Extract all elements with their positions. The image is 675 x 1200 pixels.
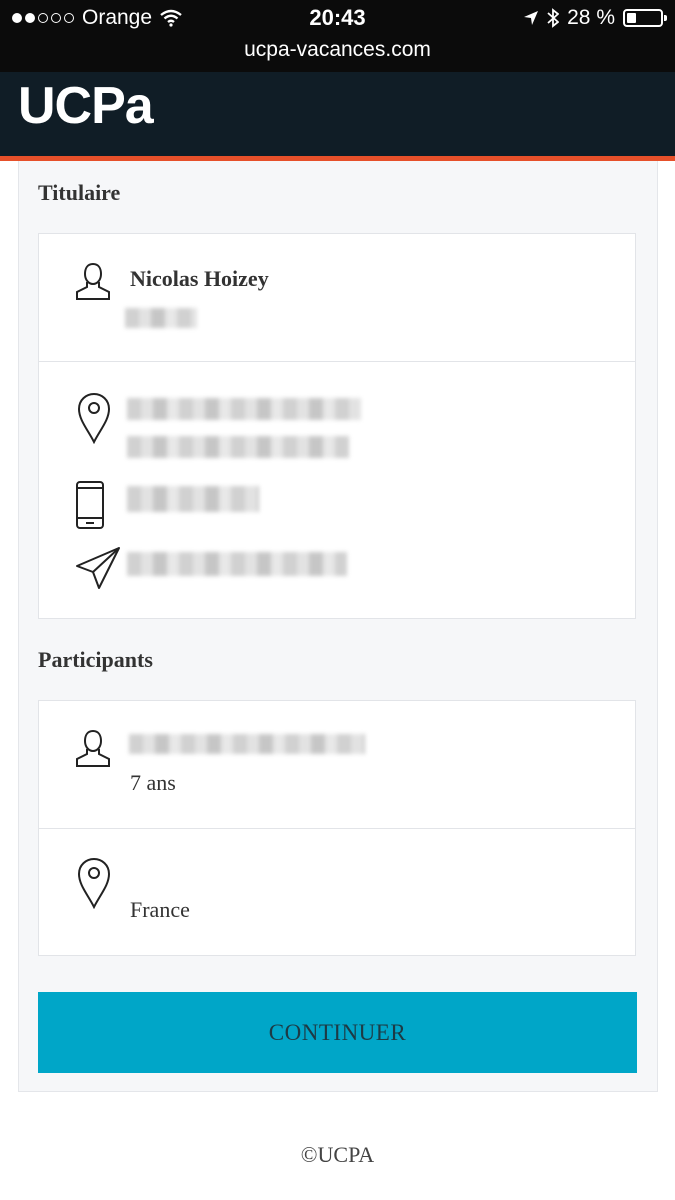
status-bar: Orange 20:43 28 % bbox=[0, 0, 675, 36]
send-icon bbox=[76, 547, 120, 589]
titulaire-title: Titulaire bbox=[38, 180, 121, 205]
redacted-phone bbox=[127, 486, 259, 512]
participant-row: 7 ans bbox=[39, 701, 635, 829]
redacted-email bbox=[127, 552, 347, 576]
participant-age: 7 ans bbox=[130, 770, 176, 795]
site-header: UCPa bbox=[0, 72, 675, 161]
holder-row: Nicolas Hoizey bbox=[39, 234, 635, 362]
location-pin-icon bbox=[77, 857, 111, 909]
ucpa-logo[interactable]: UCPa bbox=[18, 76, 154, 136]
person-icon bbox=[76, 729, 110, 767]
redacted-participant-name bbox=[129, 734, 365, 754]
participant-location-row: France bbox=[39, 829, 635, 957]
bluetooth-icon bbox=[547, 8, 560, 28]
address-bar[interactable]: ucpa-vacances.com bbox=[0, 36, 675, 72]
holder-name: Nicolas Hoizey bbox=[130, 266, 269, 291]
phone-icon bbox=[76, 481, 104, 529]
continue-button[interactable]: CONTINUER bbox=[38, 992, 637, 1073]
location-pin-icon bbox=[77, 392, 111, 444]
location-arrow-icon bbox=[524, 11, 539, 25]
participants-card: 7 ans France bbox=[38, 700, 636, 956]
redacted-address-line bbox=[127, 436, 349, 458]
status-right: 28 % bbox=[523, 6, 667, 30]
battery-percent: 28 % bbox=[567, 6, 615, 29]
redacted-text bbox=[125, 308, 197, 328]
battery-icon bbox=[623, 9, 667, 27]
participant-country: France bbox=[130, 897, 190, 922]
footer-copyright: ©UCPA bbox=[300, 1142, 375, 1167]
contact-row bbox=[39, 362, 635, 620]
participants-title: Participants bbox=[38, 647, 153, 672]
redacted-address-line bbox=[127, 398, 361, 420]
person-icon bbox=[76, 262, 110, 300]
titulaire-card: Nicolas Hoizey bbox=[38, 233, 636, 619]
